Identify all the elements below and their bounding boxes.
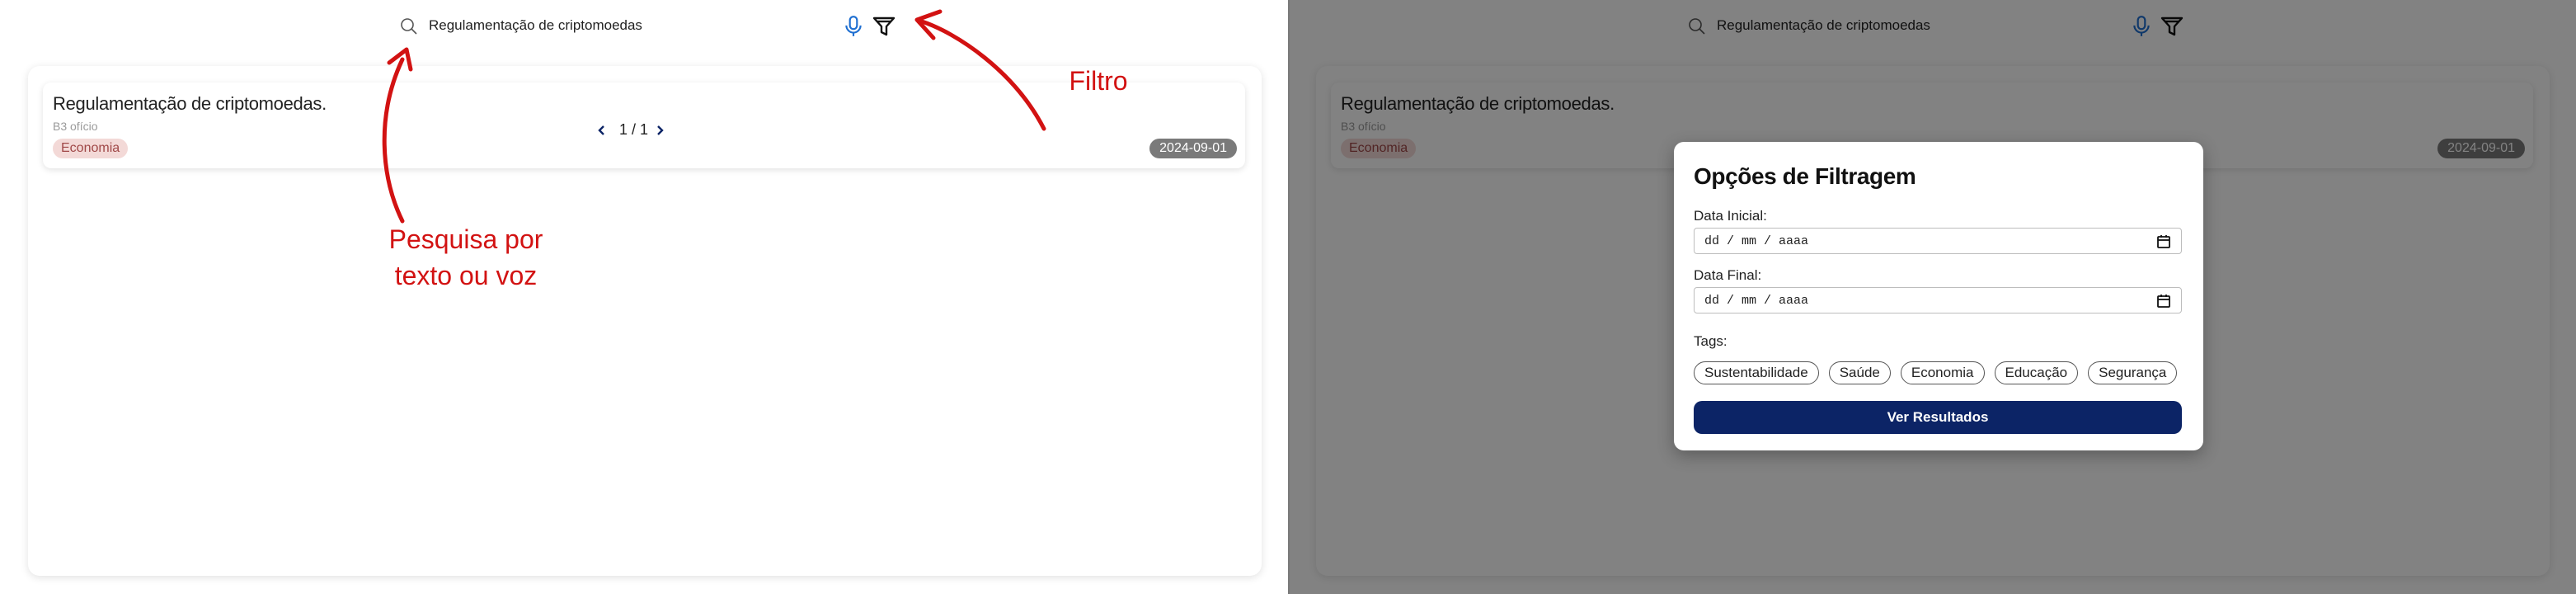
tags-list: Sustentabilidade Saúde Economia Educação… <box>1694 361 2178 384</box>
calendar-icon[interactable] <box>2156 234 2171 249</box>
tag-badge: Economia <box>53 139 129 158</box>
end-date-label: Data Final: <box>1694 267 1762 283</box>
filter-view: Regulamentação de criptomoedas Regulamen… <box>1288 0 2576 594</box>
chevron-right-icon[interactable] <box>652 123 667 138</box>
search-icon <box>401 18 417 35</box>
filter-modal: Opções de Filtragem Data Inicial: dd / m… <box>1674 142 2203 450</box>
end-date-placeholder: dd / mm / aaaa <box>1704 294 1809 308</box>
annotation-filter-hint: Filtro <box>1069 66 1128 96</box>
microphone-icon[interactable] <box>843 15 864 38</box>
start-date-placeholder: dd / mm / aaaa <box>1704 234 1809 248</box>
tag-option-economia[interactable]: Economia <box>1900 361 1985 384</box>
end-date-field[interactable]: dd / mm / aaaa <box>1694 287 2182 314</box>
start-date-label: Data Inicial: <box>1694 208 1767 224</box>
filter-icon[interactable] <box>872 16 895 37</box>
page-indicator: 1 / 1 <box>619 121 649 138</box>
modal-title: Opções de Filtragem <box>1694 163 1916 189</box>
search-results-view: Regulamentação de criptomoedas Regulamen… <box>0 0 1288 594</box>
tag-option-sustentabilidade[interactable]: Sustentabilidade <box>1694 361 1819 384</box>
tag-option-saude[interactable]: Saúde <box>1828 361 1891 384</box>
date-badge: 2024-09-01 <box>1149 139 1237 158</box>
tag-option-educacao[interactable]: Educação <box>1994 361 2079 384</box>
tag-option-seguranca[interactable]: Segurança <box>2088 361 2178 384</box>
pagination: 1 / 1 <box>565 118 689 143</box>
annotation-search-hint: Pesquisa por texto ou voz <box>388 224 543 290</box>
chevron-left-icon[interactable] <box>595 123 609 138</box>
result-title[interactable]: Regulamentação de criptomoedas. <box>53 93 327 115</box>
start-date-field[interactable]: dd / mm / aaaa <box>1694 228 2182 254</box>
search-bar[interactable]: Regulamentação de criptomoedas <box>388 8 899 43</box>
tags-label: Tags: <box>1694 333 1728 349</box>
search-input[interactable]: Regulamentação de criptomoedas <box>429 17 642 34</box>
calendar-icon[interactable] <box>2156 294 2171 309</box>
view-results-button[interactable]: Ver Resultados <box>1694 401 2182 434</box>
result-source: B3 ofício <box>53 120 98 133</box>
